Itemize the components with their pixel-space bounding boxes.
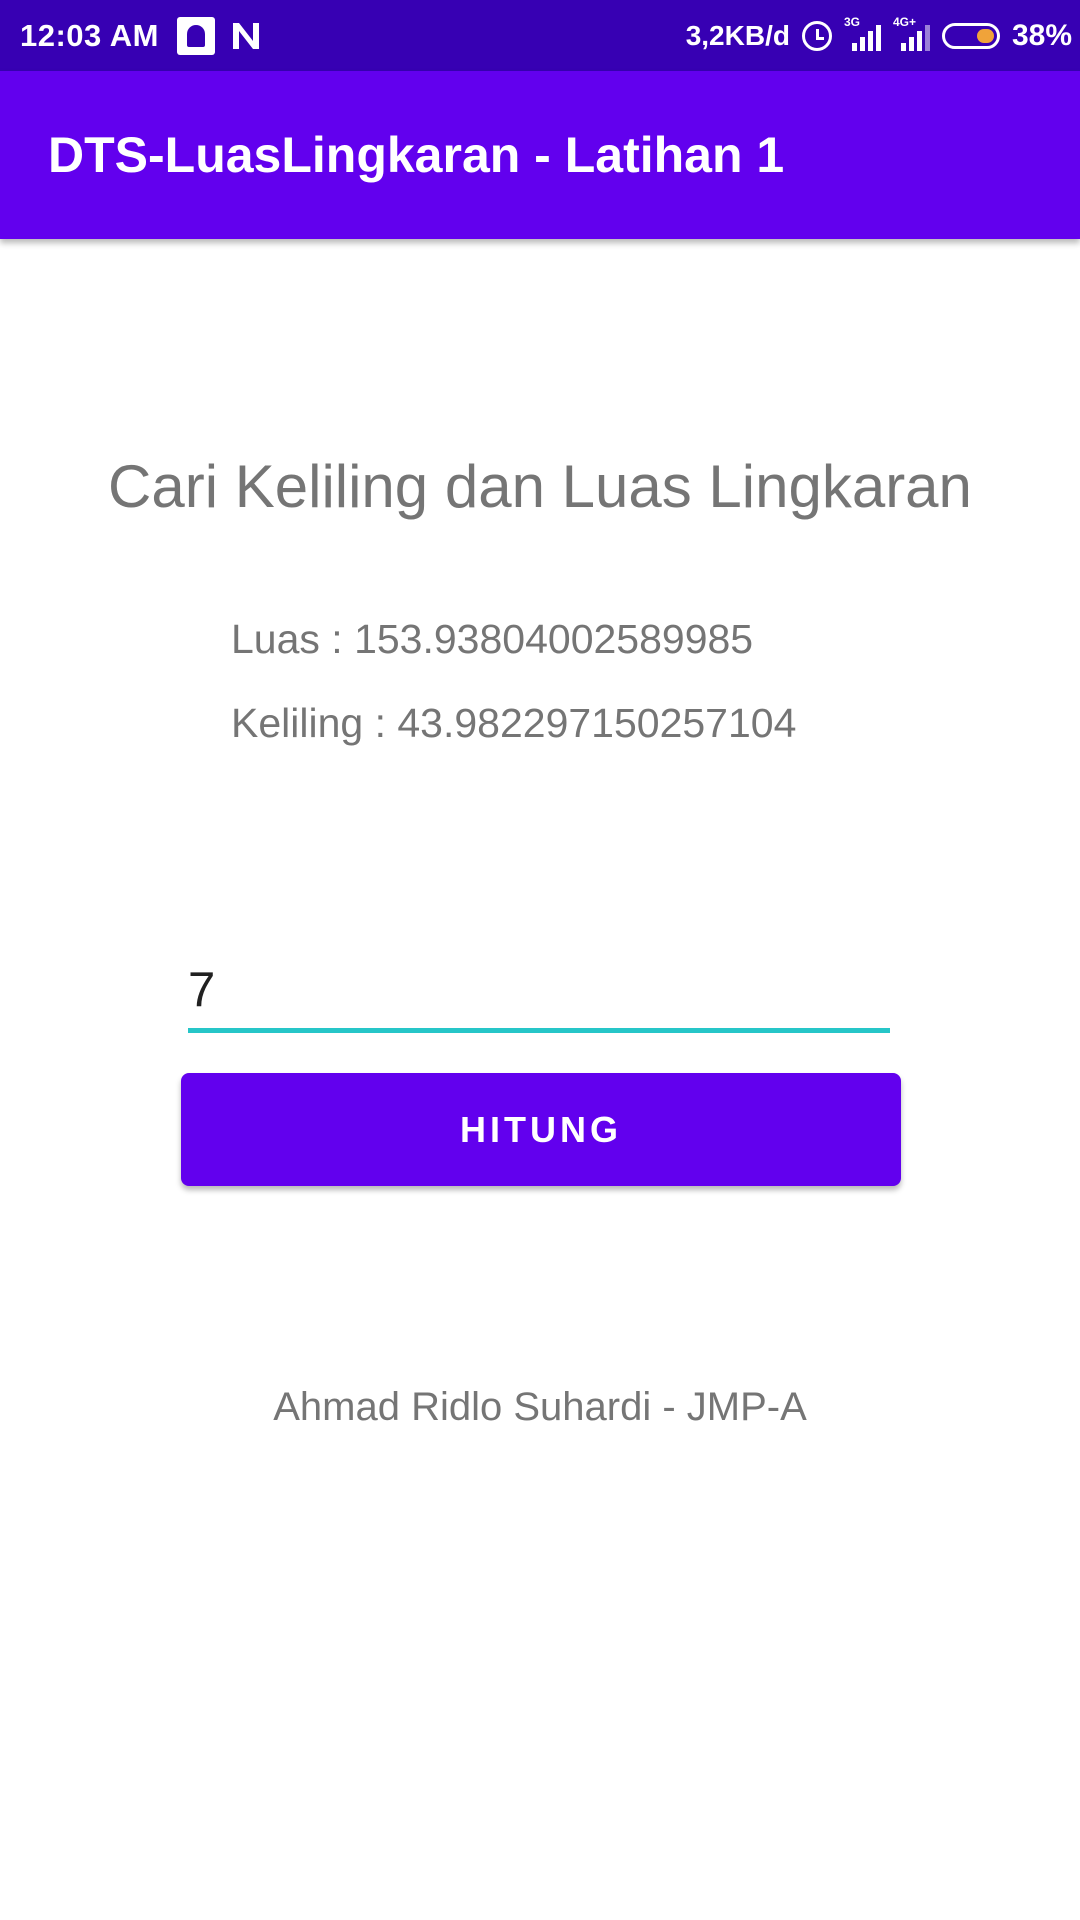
app-title: DTS-LuasLingkaran - Latihan 1 xyxy=(48,127,785,183)
status-time: 12:03 AM xyxy=(20,17,159,53)
alarm-icon xyxy=(801,20,832,51)
calculate-button[interactable]: HITUNG xyxy=(181,1073,901,1186)
status-right-group: 3,2KB/d 3G 4G+ 38% xyxy=(686,0,1072,71)
battery-percent: 38% xyxy=(1011,18,1072,52)
n-icon xyxy=(229,19,263,53)
battery-fill xyxy=(976,28,994,43)
status-left-group: 12:03 AM xyxy=(20,0,263,71)
circumference-result: Keliling : 43.982297150257104 xyxy=(231,700,797,746)
app-bar: DTS-LuasLingkaran - Latihan 1 xyxy=(0,71,1080,239)
signal-4g-icon: 4G+ xyxy=(893,15,930,51)
status-bar: 12:03 AM 3,2KB/d 3G 4G+ 38% xyxy=(0,0,1080,71)
page-heading: Cari Keliling dan Luas Lingkaran xyxy=(108,453,972,520)
signal-3g-icon: 3G xyxy=(844,15,881,51)
signal-4g-label: 4G+ xyxy=(892,14,916,29)
signal-3g-label: 3G xyxy=(843,14,860,29)
battery-icon xyxy=(941,22,1000,49)
radius-input[interactable] xyxy=(188,952,890,1028)
author-credit: Ahmad Ridlo Suhardi - JMP-A xyxy=(273,1385,807,1429)
mosque-icon xyxy=(176,16,215,55)
network-speed: 3,2KB/d xyxy=(685,19,790,51)
radius-input-container xyxy=(188,952,890,1033)
area-result: Luas : 153.93804002589985 xyxy=(231,616,754,662)
